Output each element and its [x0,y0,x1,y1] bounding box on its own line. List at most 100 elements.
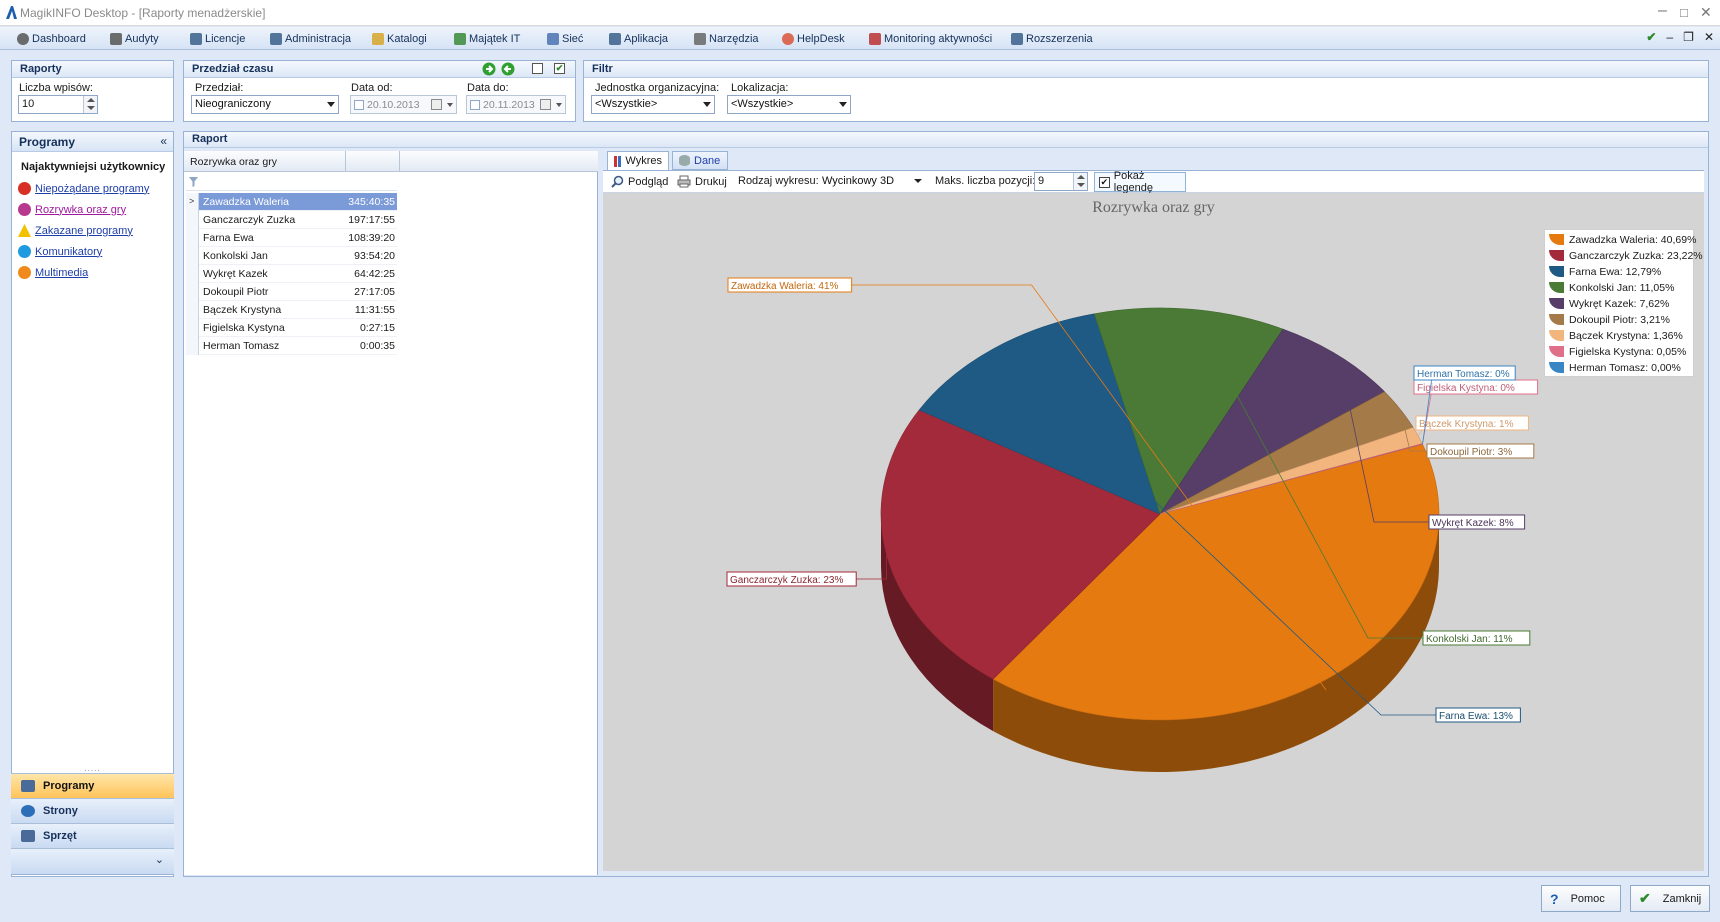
menu-item-7[interactable]: Aplikacja [609,29,668,48]
row-indicator[interactable] [186,229,199,247]
location-select[interactable]: <Wszystkie> [727,95,851,114]
program-link-1[interactable]: Rozrywka oraz gry [18,203,126,216]
network-icon [547,32,559,45]
menu-item-4[interactable]: Katalogi [372,29,427,48]
row-indicator[interactable] [186,319,199,337]
data-label-text: Farna Ewa: 13% [1439,711,1513,722]
nav-button-hardware[interactable]: Sprzęt [11,823,174,848]
table-row[interactable]: Figielska Kystyna 0:27:15 [186,319,397,337]
menu-item-8[interactable]: Narzędzia [694,29,759,48]
check-all-icon[interactable]: ✔ [554,63,565,74]
table-row[interactable]: Farna Ewa 108:39:20 [186,229,397,247]
preview-button[interactable]: Podgląd [611,175,668,188]
table-row[interactable]: > Zawadzka Waleria 345:40:35 [186,193,397,211]
program-link-4[interactable]: Multimedia [18,266,88,279]
menu-item-3[interactable]: Administracja [270,29,351,48]
splitter-grip[interactable]: ..... [12,764,173,773]
forward-arrow-icon[interactable] [482,62,496,76]
program-link-0[interactable]: Niepożądane programy [18,182,149,195]
menu-item-9[interactable]: HelpDesk [782,29,845,48]
close-window-button[interactable]: ✕ [1700,4,1714,24]
row-indicator[interactable] [186,247,199,265]
mdi-restore-button[interactable]: ❐ [1683,30,1694,44]
filter-icon[interactable] [189,177,198,187]
table-row[interactable]: Ganczarczyk Zuzka 197:17:55 [186,211,397,229]
location-value: <Wszystkie> [731,98,794,110]
calendar-icon[interactable] [540,99,551,110]
row-indicator[interactable] [186,301,199,319]
nav-button-programs[interactable]: Programy [11,773,174,798]
minimize-window-button[interactable]: – [1658,2,1672,22]
time-range-title: Przedział czasu ✔ [184,61,575,78]
menu-item-label: Audyty [125,32,159,45]
legend-checkbox[interactable]: ✔ [1099,176,1110,188]
grid-column-header-time[interactable] [346,151,400,171]
program-link-2[interactable]: Zakazane programy [18,224,133,237]
show-legend-toggle[interactable]: ✔ Pokaż legendę [1094,170,1186,194]
nav-button-label: Strony [43,805,78,817]
table-row[interactable]: Dokoupil Piotr 27:17:05 [186,283,397,301]
legend-item: Dokoupil Piotr: 3,21% [1549,312,1670,327]
program-link-label[interactable]: Komunikatory [35,246,102,258]
date-to-checkbox[interactable] [470,100,480,110]
row-indicator[interactable] [186,265,199,283]
legend-label: Ganczarczyk Zuzka: 23,22% [1569,249,1703,262]
data-label-text: Bączek Krystyna: 1% [1419,419,1514,430]
nav-button-globe[interactable]: Strony [11,798,174,823]
legend-label: Wykręt Kazek: 7,62% [1569,297,1670,310]
menu-item-11[interactable]: Rozszerzenia [1011,29,1093,48]
table-row[interactable]: Bączek Krystyna 11:31:55 [186,301,397,319]
program-link-label[interactable]: Zakazane programy [35,225,133,237]
menu-item-5[interactable]: Majątek IT [454,29,520,48]
menu-item-0[interactable]: Dashboard [17,29,86,48]
time-range-panel: Przedział czasu ✔ Przedział: Nieogranicz… [183,60,576,122]
grid-column-header[interactable]: Rozrywka oraz gry [186,151,346,171]
count-spinner[interactable]: 10 [18,95,98,114]
menu-item-1[interactable]: Audyty [110,29,159,48]
legend-swatch [1549,250,1564,261]
program-link-label[interactable]: Multimedia [35,267,88,279]
table-row[interactable]: Konkolski Jan 93:54:20 [186,247,397,265]
chevron-down-icon[interactable]: ⌄ [155,853,164,866]
uncheck-all-icon[interactable] [532,63,543,74]
mdi-close-button[interactable]: ✕ [1704,30,1714,44]
spinner-arrows-icon[interactable] [1073,173,1087,190]
print-button[interactable]: Drukuj [677,175,727,188]
row-indicator[interactable]: > [186,193,199,211]
nav-overflow-bar: ⌄ [11,848,174,875]
spinner-arrows-icon[interactable] [83,96,97,113]
date-to-picker[interactable]: 20.11.2013 [466,95,566,114]
collapse-icon[interactable]: « [160,134,167,148]
close-button[interactable]: ✔ Zamknij [1630,885,1710,912]
menu-item-2[interactable]: Licencje [190,29,245,48]
print-label: Drukuj [695,175,727,188]
back-arrow-icon[interactable] [501,62,515,76]
mdi-minimize-button[interactable]: – [1666,30,1673,44]
pie-chart[interactable]: Zawadzka Waleria: 41% Ganczarczyk Zuzka: … [603,193,1704,871]
date-from-picker[interactable]: 20.10.2013 [350,95,457,114]
menu-item-10[interactable]: Monitoring aktywności [869,29,992,48]
date-from-checkbox[interactable] [354,100,364,110]
check-icon[interactable]: ✔ [1646,30,1656,44]
row-indicator[interactable] [186,337,199,355]
row-indicator[interactable] [186,283,199,301]
org-unit-select[interactable]: <Wszystkie> [591,95,715,114]
row-indicator[interactable] [186,211,199,229]
grid-filter-row[interactable] [186,173,397,191]
maximize-window-button[interactable]: □ [1680,5,1694,25]
table-row[interactable]: Herman Tomasz 0:00:35 [186,337,397,355]
calendar-icon[interactable] [431,99,442,110]
help-button[interactable]: ? Pomoc [1541,885,1621,912]
table-row[interactable]: Wykręt Kazek 64:42:25 [186,265,397,283]
date-from-label: Data od: [351,82,393,94]
row-time: 11:31:55 [354,304,395,316]
max-items-spinner[interactable]: 9 [1034,172,1088,191]
range-select[interactable]: Nieograniczony [191,95,339,114]
program-link-label[interactable]: Niepożądane programy [35,183,149,195]
program-link-3[interactable]: Komunikatory [18,245,102,258]
chart-type-select[interactable]: Wycinkowy 3D [818,172,926,191]
menu-item-6[interactable]: Sieć [547,29,583,48]
tab-chart[interactable]: Wykres [607,151,669,170]
program-link-label[interactable]: Rozrywka oraz gry [35,204,126,216]
tab-data[interactable]: Dane [672,151,728,170]
